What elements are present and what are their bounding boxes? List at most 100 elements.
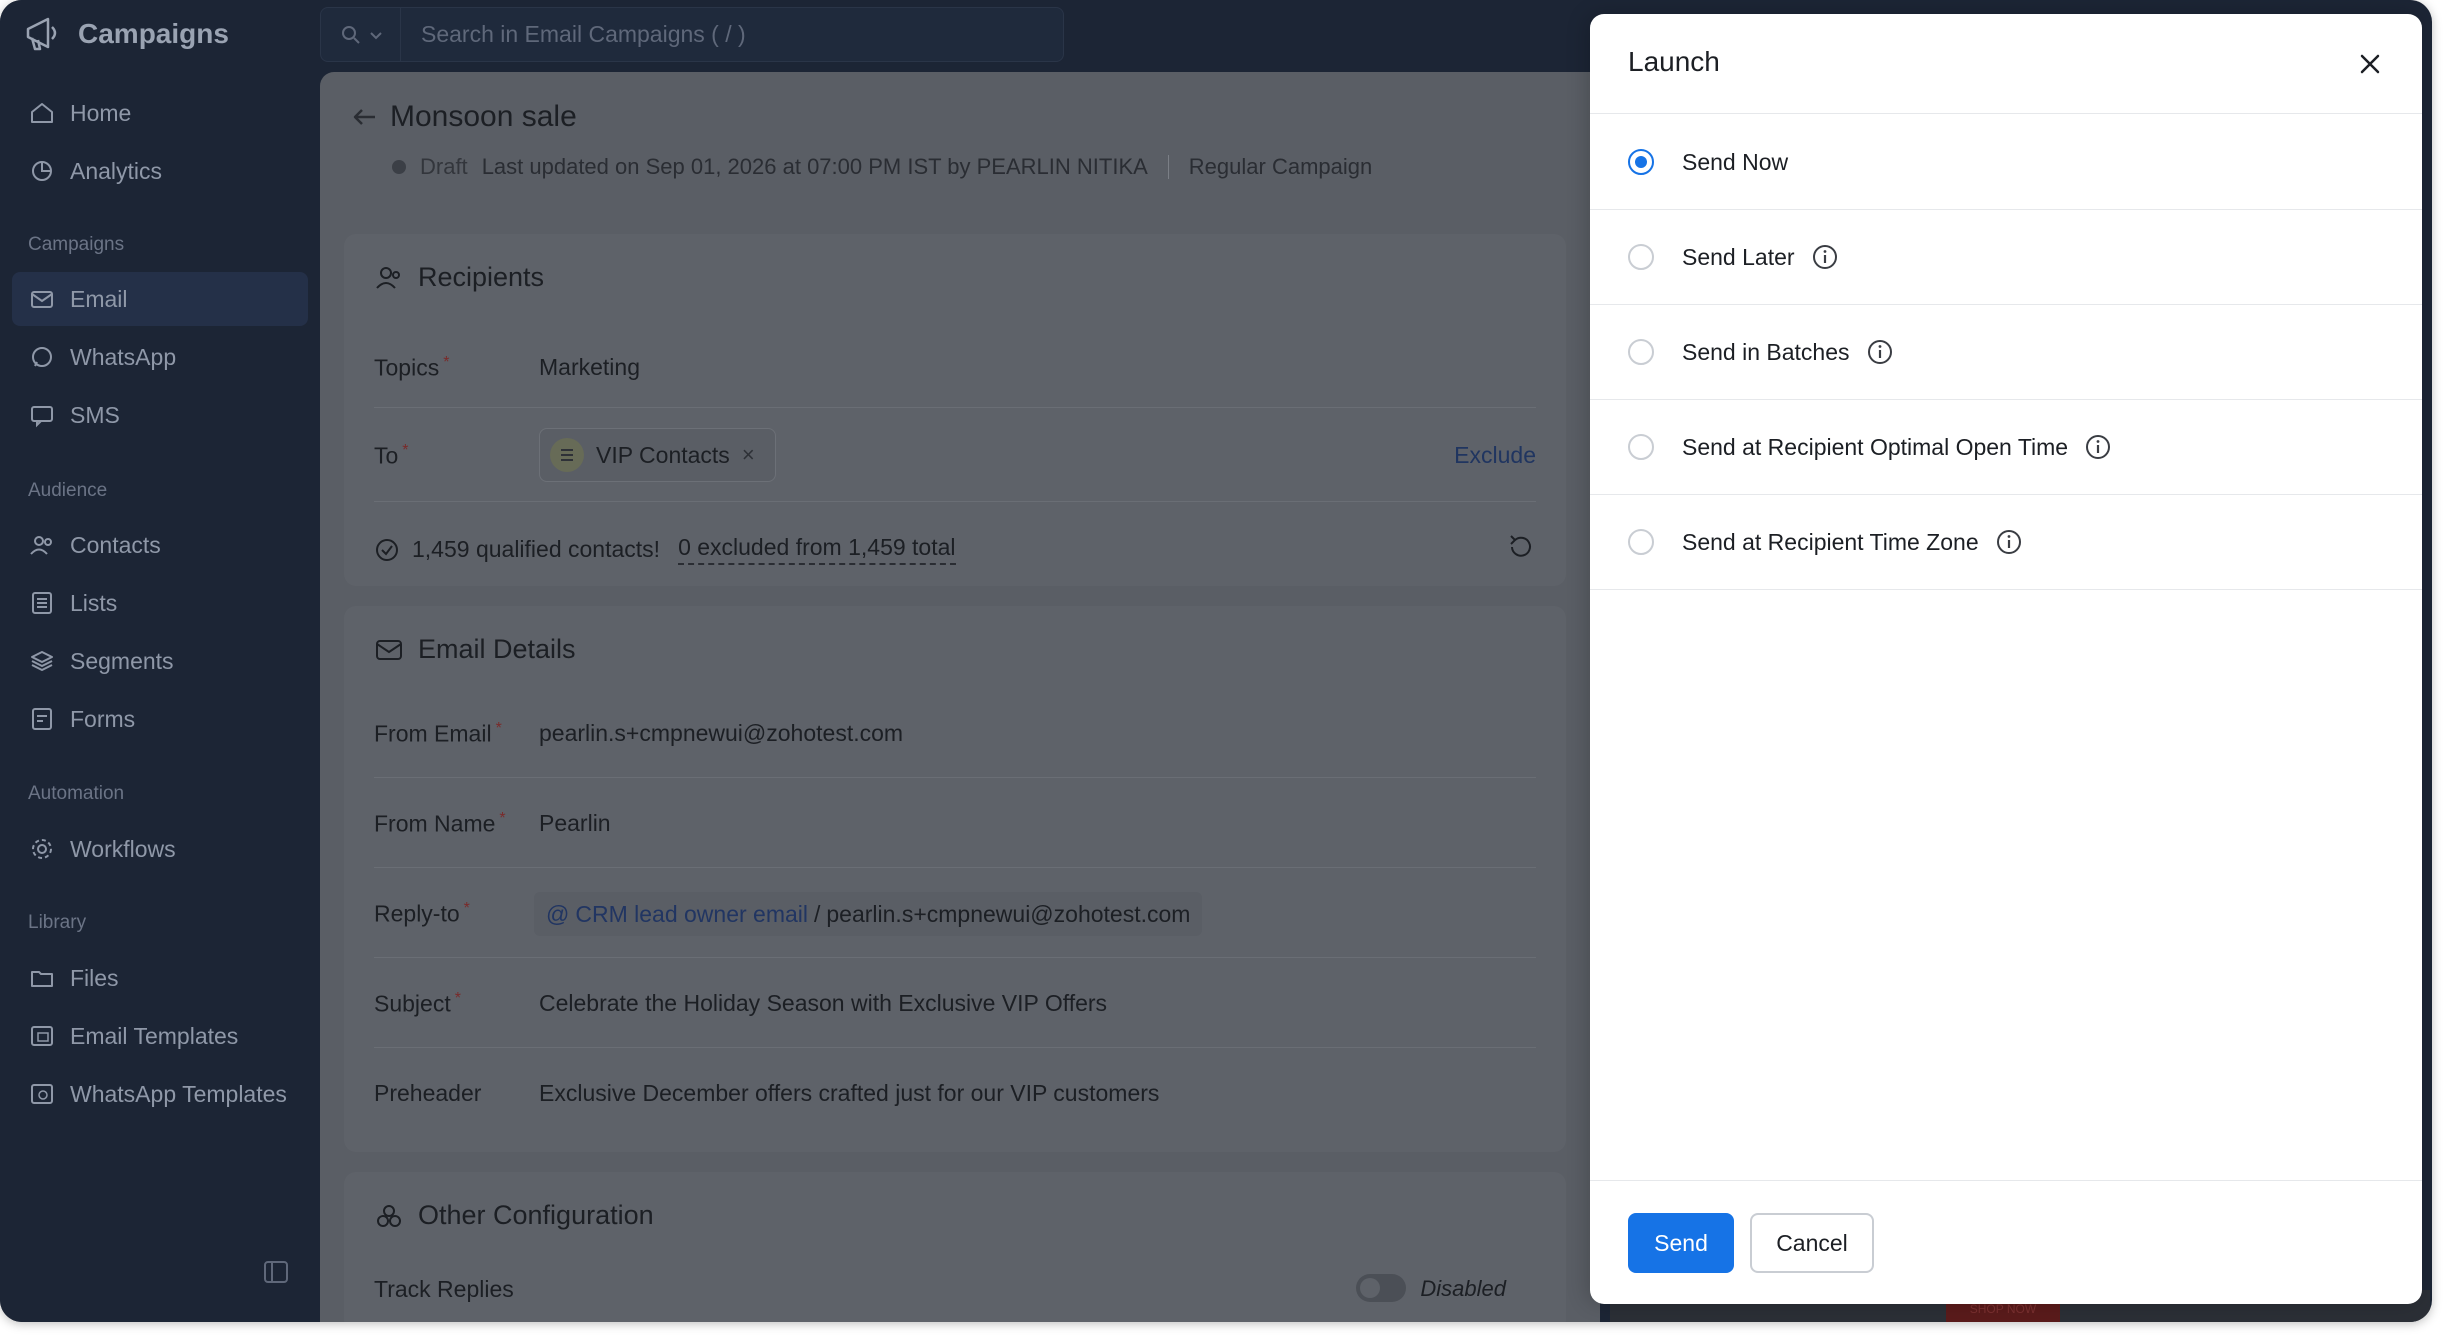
from-email-value[interactable]: pearlin.s+cmpnewui@zohotest.com: [539, 720, 903, 747]
sidebar-item-contacts[interactable]: Contacts: [12, 518, 308, 572]
search-bar[interactable]: Search in Email Campaigns ( / ): [320, 7, 1064, 62]
sidebar-item-email[interactable]: Email: [12, 272, 308, 326]
divider: [1167, 155, 1169, 179]
sidebar-item-lists[interactable]: Lists: [12, 576, 308, 630]
nav-group-title: Automation: [28, 783, 125, 804]
excluded-summary-link[interactable]: 0 excluded from 1,459 total: [678, 534, 956, 565]
reply-to-value[interactable]: @ CRM lead owner email / pearlin.s+cmpne…: [534, 892, 1203, 936]
refresh-icon[interactable]: [1506, 532, 1536, 562]
sidebar-item-whatsapp[interactable]: WhatsApp: [12, 330, 308, 384]
close-icon[interactable]: [2354, 48, 2386, 80]
sidebar-item-analytics[interactable]: Analytics: [12, 144, 308, 198]
reply-to-row: Reply-to * @ CRM lead owner email / pearl…: [374, 868, 1536, 958]
recipient-chip[interactable]: VIP Contacts ×: [539, 428, 776, 482]
topics-value[interactable]: Marketing: [539, 354, 640, 381]
option-label: Send Later: [1682, 243, 1795, 270]
email-details-card: Email Details From Email * pearlin.s+cmpn…: [344, 606, 1566, 1152]
launch-modal: Launch Send Now Send Later Send in Batch…: [1590, 14, 2422, 1304]
envelope-icon: [376, 639, 402, 660]
sidebar-item-sms[interactable]: SMS: [12, 388, 308, 442]
other-config-card: Other Configuration Track Replies Disabl…: [344, 1172, 1566, 1322]
option-label: Send at Recipient Optimal Open Time: [1682, 433, 2069, 460]
page-title: Monsoon sale: [390, 100, 577, 133]
email-templates-icon: [31, 1026, 53, 1046]
option-label: Send at Recipient Time Zone: [1682, 528, 1979, 555]
config-icon: [377, 1204, 401, 1227]
chevron-down-icon: [369, 31, 382, 39]
from-name-value[interactable]: Pearlin: [539, 810, 611, 837]
app-name: Campaigns: [78, 18, 229, 49]
field-label: Topics *: [374, 354, 450, 381]
sidebar: Campaigns Home Analytics Campaigns Email…: [0, 0, 318, 1322]
status-badge: Draft: [420, 154, 468, 179]
sidebar-item-label: Email: [70, 285, 128, 312]
files-icon: [31, 971, 53, 987]
topics-row: Topics * Marketing: [374, 326, 1536, 408]
sidebar-item-workflows[interactable]: Workflows: [12, 822, 308, 876]
search-scope-dropdown[interactable]: [321, 8, 401, 61]
info-icon[interactable]: [1866, 338, 1894, 366]
sidebar-item-forms[interactable]: Forms: [12, 692, 308, 746]
search-input[interactable]: Search in Email Campaigns ( / ): [401, 21, 746, 48]
email-icon: [31, 291, 53, 308]
info-icon[interactable]: [2084, 433, 2112, 461]
modal-header: Launch: [1590, 14, 2422, 114]
sidebar-item-files[interactable]: Files: [12, 951, 308, 1005]
option-send-in-batches[interactable]: Send in Batches: [1590, 305, 2422, 400]
preheader-value[interactable]: Exclusive December offers crafted just f…: [539, 1080, 1159, 1107]
subject-value[interactable]: Celebrate the Holiday Season with Exclus…: [539, 990, 1107, 1017]
card-header: Recipients: [374, 262, 544, 293]
whatsapp-icon: [32, 347, 52, 367]
radio-button[interactable]: [1628, 529, 1654, 555]
card-header: Email Details: [374, 634, 576, 665]
brand[interactable]: Campaigns: [22, 12, 229, 56]
toggle-state: Disabled: [1420, 1276, 1506, 1301]
send-button[interactable]: Send: [1628, 1213, 1734, 1273]
option-send-optimal-open-time[interactable]: Send at Recipient Optimal Open Time: [1590, 400, 2422, 495]
field-label: Subject *: [374, 990, 461, 1017]
card-title: Other Configuration: [418, 1200, 654, 1230]
track-replies-row: Track Replies Disabled: [374, 1256, 1536, 1322]
cancel-button[interactable]: Cancel: [1750, 1213, 1874, 1273]
from-name-row: From Name * Pearlin: [374, 778, 1536, 868]
nav-group-title: Campaigns: [28, 234, 125, 255]
radio-button[interactable]: [1628, 244, 1654, 270]
option-send-now[interactable]: Send Now: [1590, 115, 2422, 210]
lists-icon: [32, 592, 52, 614]
sidebar-item-segments[interactable]: Segments: [12, 634, 308, 688]
sidebar-collapse-icon[interactable]: [262, 1258, 290, 1286]
sidebar-item-whatsapp-templates[interactable]: WhatsApp Templates: [12, 1067, 308, 1121]
exclude-link[interactable]: Exclude: [1454, 442, 1536, 469]
campaign-type: Regular Campaign: [1188, 154, 1373, 179]
sidebar-item-label: Analytics: [70, 157, 163, 184]
info-icon[interactable]: [1995, 528, 2023, 556]
sidebar-item-home[interactable]: Home: [12, 86, 308, 140]
whatsapp-templates-icon: [31, 1084, 53, 1104]
back-arrow-icon[interactable]: [350, 102, 380, 132]
workflows-icon: [32, 839, 52, 859]
track-replies-toggle[interactable]: [1356, 1274, 1406, 1302]
option-send-later[interactable]: Send Later: [1590, 210, 2422, 305]
info-icon[interactable]: [1811, 243, 1839, 271]
card-title: Recipients: [418, 262, 545, 292]
option-send-recipient-time-zone[interactable]: Send at Recipient Time Zone: [1590, 495, 2422, 590]
campaign-meta: Draft Last updated on Sep 01, 2026 at 07…: [392, 154, 1372, 180]
sidebar-item-label: Email Templates: [70, 1022, 239, 1049]
radio-button[interactable]: [1628, 339, 1654, 365]
crm-lead-owner-link[interactable]: CRM lead owner email: [575, 901, 808, 928]
radio-button[interactable]: [1628, 434, 1654, 460]
modal-title: Launch: [1628, 46, 1720, 77]
nav-group-title: Library: [28, 912, 87, 933]
sidebar-item-label: Home: [70, 99, 132, 126]
forms-icon: [32, 708, 52, 730]
field-label: From Email *: [374, 720, 502, 747]
field-label: Preheader: [374, 1080, 482, 1106]
sidebar-item-label: Contacts: [70, 531, 161, 558]
option-label: Send in Batches: [1682, 338, 1850, 365]
radio-button[interactable]: [1628, 149, 1654, 175]
remove-chip-icon[interactable]: ×: [742, 442, 755, 468]
reply-to-email: pearlin.s+cmpnewui@zohotest.com: [826, 900, 1191, 927]
field-label: To *: [374, 442, 409, 469]
list-icon: [550, 438, 584, 472]
sidebar-item-email-templates[interactable]: Email Templates: [12, 1009, 308, 1063]
